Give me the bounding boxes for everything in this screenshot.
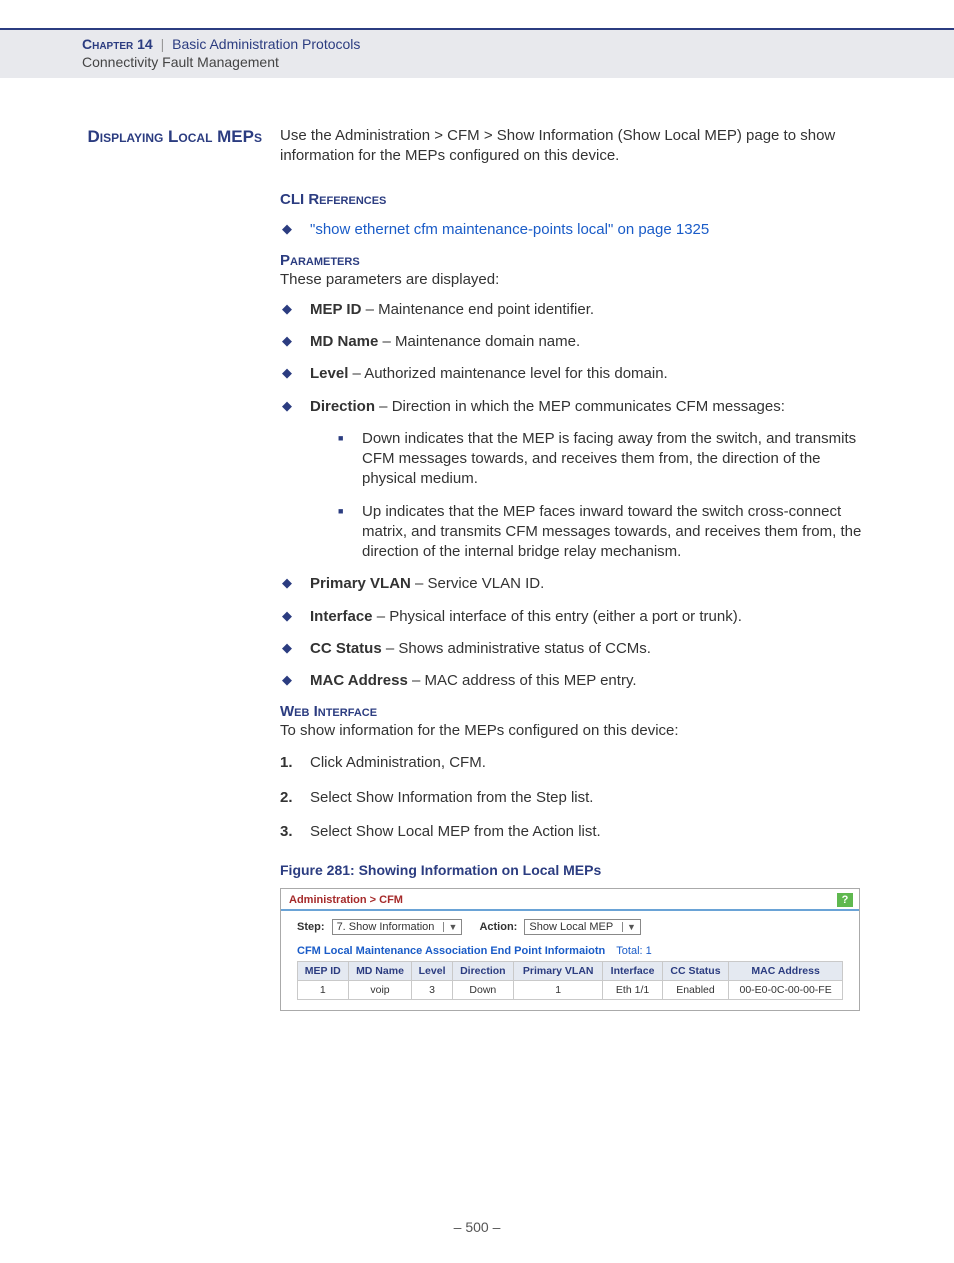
cell: Enabled: [662, 981, 729, 1000]
param-label: Level: [310, 365, 348, 382]
page-header: Chapter 14 | Basic Administration Protoc…: [0, 28, 954, 78]
param-desc: – Direction in which the MEP communicate…: [375, 398, 785, 415]
param-sub-item: Up indicates that the MEP faces inward t…: [338, 502, 872, 563]
param-sub-item: Down indicates that the MEP is facing aw…: [338, 429, 872, 490]
chapter-section: Basic Administration Protocols: [172, 36, 360, 52]
param-item: CC Status – Shows administrative status …: [280, 639, 872, 659]
step-label: Step:: [297, 921, 325, 933]
parameters-intro: These parameters are displayed:: [280, 271, 872, 288]
param-label: MAC Address: [310, 672, 408, 689]
screenshot-breadcrumb: Administration > CFM: [289, 894, 403, 906]
table-row: 1 voip 3 Down 1 Eth 1/1 Enabled 00-E0-0C…: [298, 981, 843, 1000]
chapter-label: Chapter 14: [82, 36, 153, 52]
cell: 00-E0-0C-00-00-FE: [729, 981, 843, 1000]
param-desc: – Authorized maintenance level for this …: [348, 365, 667, 382]
screenshot-total: Total: 1: [616, 945, 651, 957]
lead-paragraph: Use the Administration > CFM > Show Info…: [280, 126, 872, 167]
col-level: Level: [412, 962, 452, 981]
web-step-text: Select Show Information from the Step li…: [310, 789, 593, 806]
param-item: MEP ID – Maintenance end point identifie…: [280, 300, 872, 320]
cli-ref-item: "show ethernet cfm maintenance-points lo…: [280, 220, 872, 240]
figure-caption: Figure 281: Showing Information on Local…: [280, 862, 872, 878]
cell: 3: [412, 981, 452, 1000]
param-desc: – Maintenance end point identifier.: [361, 301, 594, 318]
chevron-down-icon: ▼: [443, 922, 457, 932]
param-item: Level – Authorized maintenance level for…: [280, 364, 872, 384]
param-desc: – Shows administrative status of CCMs.: [382, 640, 651, 657]
col-mac-address: MAC Address: [729, 962, 843, 981]
param-desc: – Maintenance domain name.: [378, 333, 580, 350]
web-intro: To show information for the MEPs configu…: [280, 722, 872, 739]
param-item: MAC Address – MAC address of this MEP en…: [280, 671, 872, 691]
param-label: CC Status: [310, 640, 382, 657]
param-label: Primary VLAN: [310, 575, 411, 592]
cell: 1: [513, 981, 602, 1000]
web-step-text: Select Show Local MEP from the Action li…: [310, 823, 601, 840]
col-primary-vlan: Primary VLAN: [513, 962, 602, 981]
step-select-value: 7. Show Information: [337, 921, 435, 933]
web-step-text: Click Administration, CFM.: [310, 754, 486, 771]
web-interface-head: Web Interface: [280, 703, 872, 720]
mep-table: MEP ID MD Name Level Direction Primary V…: [297, 961, 843, 1000]
cli-ref-link[interactable]: "show ethernet cfm maintenance-points lo…: [310, 221, 709, 238]
col-md-name: MD Name: [348, 962, 412, 981]
web-step: 3.Select Show Local MEP from the Action …: [280, 822, 872, 842]
param-label: Direction: [310, 398, 375, 415]
chevron-down-icon: ▼: [622, 922, 636, 932]
action-select[interactable]: Show Local MEP ▼: [524, 919, 641, 935]
param-item: MD Name – Maintenance domain name.: [280, 332, 872, 352]
col-cc-status: CC Status: [662, 962, 729, 981]
chapter-line: Chapter 14 | Basic Administration Protoc…: [82, 36, 954, 52]
parameters-head: Parameters: [280, 252, 872, 269]
step-select[interactable]: 7. Show Information ▼: [332, 919, 463, 935]
web-step: 2.Select Show Information from the Step …: [280, 788, 872, 808]
param-desc: – MAC address of this MEP entry.: [408, 672, 637, 689]
cell: Eth 1/1: [603, 981, 662, 1000]
param-desc: – Service VLAN ID.: [411, 575, 544, 592]
chapter-subsection: Connectivity Fault Management: [82, 54, 954, 70]
param-label: Interface: [310, 608, 373, 625]
side-heading: Displaying Local MEPs: [82, 126, 270, 148]
screenshot-list-title: CFM Local Maintenance Association End Po…: [297, 945, 605, 957]
cell: voip: [348, 981, 412, 1000]
action-label: Action:: [479, 921, 517, 933]
col-direction: Direction: [452, 962, 513, 981]
cli-references-head: CLI References: [280, 191, 872, 208]
help-icon[interactable]: ?: [837, 893, 853, 907]
col-interface: Interface: [603, 962, 662, 981]
param-label: MD Name: [310, 333, 378, 350]
param-item: Direction – Direction in which the MEP c…: [280, 397, 872, 563]
col-mep-id: MEP ID: [298, 962, 349, 981]
web-step: 1.Click Administration, CFM.: [280, 753, 872, 773]
param-label: MEP ID: [310, 301, 361, 318]
page-number: – 500 –: [0, 1219, 954, 1235]
cell: 1: [298, 981, 349, 1000]
param-item: Interface – Physical interface of this e…: [280, 607, 872, 627]
screenshot-panel: Administration > CFM ? Step: 7. Show Inf…: [280, 888, 860, 1011]
action-select-value: Show Local MEP: [529, 921, 613, 933]
cell: Down: [452, 981, 513, 1000]
param-item: Primary VLAN – Service VLAN ID.: [280, 574, 872, 594]
divider: |: [157, 36, 169, 52]
param-desc: – Physical interface of this entry (eith…: [373, 608, 742, 625]
